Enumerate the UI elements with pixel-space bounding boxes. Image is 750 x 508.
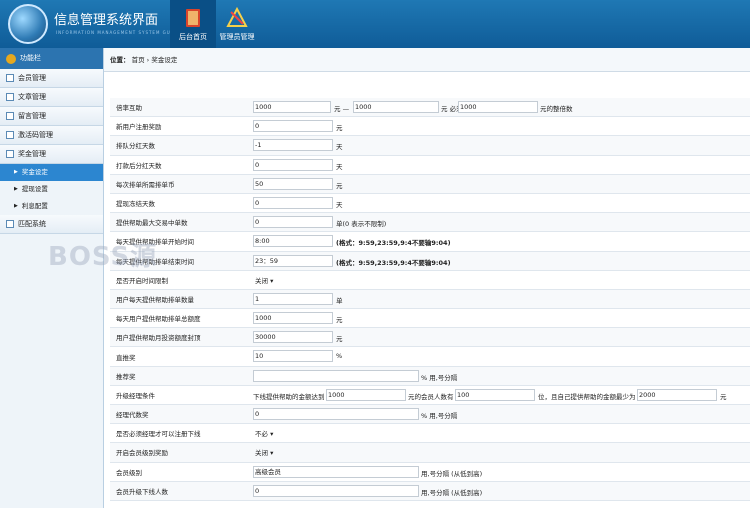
form-row: 排队分红天数 -1 天 xyxy=(110,136,750,156)
app-header: 信息管理系统界面 INFORMATION MANAGEMENT SYSTEM G… xyxy=(0,0,750,48)
start-time-input[interactable]: 8:00 xyxy=(253,235,333,248)
folder-icon xyxy=(6,220,14,228)
daily-amount-input[interactable]: 1000 xyxy=(253,312,333,325)
form-row: 打款后分红天数 0 天 xyxy=(110,156,750,175)
referral-bonus-input[interactable] xyxy=(253,369,419,382)
form-row: 会员级别 高级会员 用,号分隔 (从低到高) xyxy=(110,463,750,482)
rate-max-input[interactable]: 1000 xyxy=(353,101,439,113)
form-row: 开启会员级别奖励 关闭 ▾ xyxy=(110,443,750,463)
sidebar-item-activation[interactable]: 激活码管理 xyxy=(0,126,103,145)
monthly-cap-input[interactable]: 30000 xyxy=(253,331,333,344)
form-row: 是否开启时间限制 关闭 ▾ xyxy=(110,271,750,290)
form-row: 用户每天提供帮助排单数量 1 单 xyxy=(110,289,750,310)
direct-bonus-input[interactable]: 10 xyxy=(253,350,333,363)
end-time-input[interactable]: 23：59 xyxy=(253,254,333,267)
manager-bonus-input[interactable]: 0 xyxy=(253,408,419,420)
sidebar-head: 功能栏 xyxy=(0,48,103,69)
book-icon xyxy=(186,9,200,27)
breadcrumb-home[interactable]: 首页 xyxy=(132,56,145,64)
manager-register-select[interactable]: 不必 ▾ xyxy=(255,428,273,438)
sidebar-item-bonus[interactable]: 奖金管理 xyxy=(0,145,103,164)
rate-min-input[interactable]: 1000 xyxy=(253,101,331,113)
sidebar-item-members[interactable]: 会员管理 xyxy=(0,69,103,88)
level-reward-select[interactable]: 关闭 ▾ xyxy=(255,447,273,457)
form-row: 会员升级下线人数 0 用,号分隔 (从低到高) xyxy=(110,481,750,501)
queue-coin-input[interactable]: 50 xyxy=(253,177,333,190)
menu-icon xyxy=(6,53,16,64)
dividend-days-input[interactable]: 0 xyxy=(253,158,333,171)
sidebar-item-messages[interactable]: 留言管理 xyxy=(0,107,103,126)
app-title: 信息管理系统界面 xyxy=(54,13,159,28)
time-limit-select[interactable]: 关闭 ▾ xyxy=(255,275,273,285)
form-row: 每次排单所需排单币 50 元 xyxy=(110,174,750,194)
watermark: BOSS源 xyxy=(48,242,158,272)
form-row: 倍率互助 1000 元 — 1000 元 必须 1000 元的整倍数 xyxy=(110,98,750,118)
sidebar-sub-bonus-settings[interactable]: ▶ 奖金设定 xyxy=(0,164,103,181)
folder-icon xyxy=(6,93,14,101)
logo-icon xyxy=(8,4,48,44)
register-reward-input[interactable]: 0 xyxy=(253,120,333,133)
sidebar-item-matching[interactable]: 匹配系统 xyxy=(0,215,103,234)
tools-icon xyxy=(226,7,248,27)
arrow-right-icon: ▶ xyxy=(14,203,18,209)
form-row: 用户提供帮助月投资额度封顶 30000 元 xyxy=(110,328,750,348)
sidebar-sub-withdraw[interactable]: ▶ 提现设置 xyxy=(0,181,103,198)
freeze-days-input[interactable]: 0 xyxy=(253,196,333,209)
form-row: 提现冻结天数 0 天 xyxy=(110,194,750,214)
sidebar-item-articles[interactable]: 文章管理 xyxy=(0,88,103,107)
form-row: 推荐奖% 用,号分隔 xyxy=(110,366,750,386)
daily-orders-input[interactable]: 1 xyxy=(253,292,333,305)
app-subtitle: INFORMATION MANAGEMENT SYSTEM GUI xyxy=(56,30,173,35)
max-orders-input[interactable]: 0 xyxy=(253,216,333,229)
form-row: 提供帮助最大交易中单数 0 单(0 表示不限制) xyxy=(110,213,750,233)
folder-icon xyxy=(6,150,14,158)
upgrade-amount-input[interactable]: 1000 xyxy=(326,388,406,401)
form-row: 经理代数奖 0% 用,号分隔 xyxy=(110,405,750,425)
breadcrumb-current: 奖金设定 xyxy=(151,56,178,64)
sidebar-sub-interest[interactable]: ▶ 利息配置 xyxy=(0,198,103,215)
queue-days-input[interactable]: -1 xyxy=(253,139,333,152)
sidebar: 功能栏 会员管理 文章管理 留言管理 激活码管理 奖金管理 ▶ 奖金设定 ▶ 提现设… xyxy=(0,48,104,508)
rate-multiple-input[interactable]: 1000 xyxy=(458,101,538,113)
form-row: 直推奖 10% xyxy=(110,347,750,367)
form-row: 新用户注册奖励 0 元 xyxy=(110,117,750,137)
bonus-settings-form: 倍率互助 1000 元 — 1000 元 必须 1000 元的整倍数 新用户注册… xyxy=(110,98,750,501)
upgrade-self-amount-input[interactable]: 2000 xyxy=(637,388,717,401)
form-row: 每天提供帮助排单结束时间 23：59 (格式：9:59,23:59,9:4不要输9:… xyxy=(110,251,750,271)
arrow-right-icon: ▶ xyxy=(14,169,18,175)
folder-icon xyxy=(6,112,14,120)
folder-icon xyxy=(6,131,14,139)
form-row: 是否必须经理才可以注册下线 不必 ▾ xyxy=(110,424,750,444)
member-level-input[interactable]: 高级会员 xyxy=(253,465,419,478)
arrow-right-icon: ▶ xyxy=(14,186,18,192)
form-row: 每天提供帮助排单开始时间 8:00 (格式：9:59,23:59,9:4不要输9:0… xyxy=(110,232,750,252)
upgrade-count-input[interactable]: 100 xyxy=(455,388,535,401)
folder-icon xyxy=(6,74,14,82)
form-row: 升级经理条件 下线提供帮助的金额达到 1000 元的会员人数有 100 位，且自… xyxy=(110,386,750,405)
form-row: 每天用户提供帮助排单总额度 1000 元 xyxy=(110,309,750,329)
breadcrumb: 位置： 首页 › 奖金设定 xyxy=(104,48,750,72)
nav-admin-button[interactable]: 管理员管理 xyxy=(214,0,260,48)
nav-home-button[interactable]: 后台首页 xyxy=(170,0,216,48)
upgrade-downline-input[interactable]: 0 xyxy=(253,484,419,497)
